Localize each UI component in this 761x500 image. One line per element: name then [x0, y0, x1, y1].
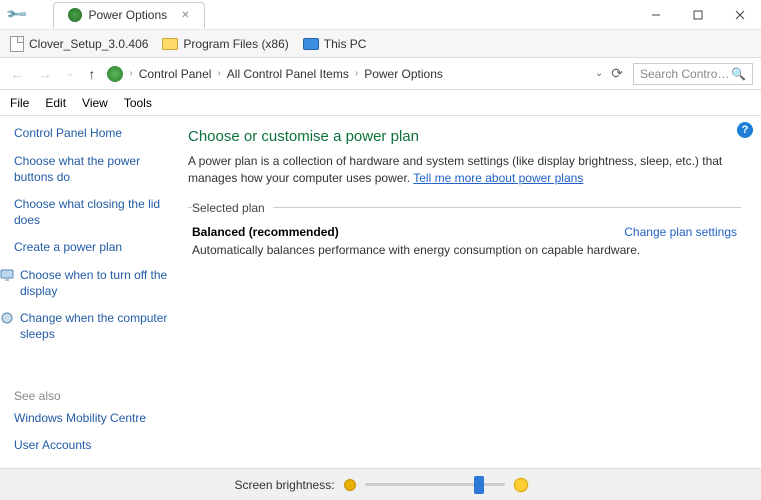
menu-bar: File Edit View Tools [0, 90, 761, 116]
change-plan-settings-link[interactable]: Change plan settings [624, 225, 737, 239]
maximize-button[interactable] [677, 1, 719, 29]
window-controls [635, 1, 761, 29]
see-also-link[interactable]: User Accounts [14, 438, 168, 454]
close-button[interactable] [719, 1, 761, 29]
sidebar: Control Panel Home Choose what the power… [0, 116, 178, 468]
search-placeholder: Search Contro… [640, 67, 729, 81]
slider-thumb[interactable] [474, 476, 484, 494]
see-also-header: See also [14, 389, 168, 403]
chevron-right-icon: › [355, 68, 358, 79]
menu-view[interactable]: View [82, 96, 108, 110]
brightness-bar: Screen brightness: [0, 468, 761, 500]
control-panel-icon [107, 66, 123, 82]
forward-button[interactable]: → [36, 66, 54, 82]
learn-more-link[interactable]: Tell me more about power plans [413, 171, 583, 185]
sun-small-icon [345, 480, 355, 490]
tab-close-icon[interactable]: ✕ [181, 10, 189, 21]
sidebar-link[interactable]: Change when the computer sleeps [0, 311, 168, 342]
shortcut-item[interactable]: Program Files (x86) [162, 37, 288, 51]
minimize-button[interactable] [635, 1, 677, 29]
search-input[interactable]: Search Contro… 🔍 [633, 63, 753, 85]
main-panel: ? Choose or customise a power plan A pow… [178, 116, 761, 468]
pc-icon [303, 38, 319, 50]
back-button[interactable]: ← [8, 66, 26, 82]
sidebar-link[interactable]: Choose when to turn off the display [0, 268, 168, 299]
recent-dropdown[interactable]: ⌄ [64, 68, 76, 79]
shortcut-label: Clover_Setup_3.0.406 [29, 37, 148, 51]
chevron-down-icon[interactable]: ⌄ [595, 68, 603, 79]
sidebar-link[interactable]: Choose what closing the lid does [14, 197, 168, 228]
sidebar-link[interactable]: Create a power plan [14, 240, 168, 256]
folder-icon [162, 38, 178, 50]
power-icon [68, 8, 82, 22]
brightness-label: Screen brightness: [234, 478, 334, 492]
selected-plan-group: Selected plan Balanced (recommended) Cha… [188, 201, 741, 263]
sidebar-link-label: Change when the computer sleeps [20, 311, 168, 342]
page-title: Choose or customise a power plan [188, 128, 741, 145]
chevron-right-icon: › [217, 68, 220, 79]
fieldset-legend: Selected plan [192, 201, 273, 215]
see-also-link[interactable]: Windows Mobility Centre [14, 411, 168, 427]
menu-tools[interactable]: Tools [124, 96, 152, 110]
sidebar-link[interactable]: Choose what the power buttons do [14, 154, 168, 185]
control-panel-home-link[interactable]: Control Panel Home [14, 126, 168, 140]
shortcut-bar: Clover_Setup_3.0.406 Program Files (x86)… [0, 30, 761, 58]
shortcut-item[interactable]: This PC [303, 37, 367, 51]
breadcrumb-item[interactable]: Control Panel [139, 67, 212, 81]
sun-large-icon [515, 479, 527, 491]
plan-description: Automatically balances performance with … [192, 243, 737, 257]
see-also: See also Windows Mobility Centre User Ac… [14, 389, 168, 458]
refresh-icon[interactable]: ⟳ [611, 65, 623, 82]
sleep-icon [0, 311, 14, 325]
help-icon[interactable]: ? [737, 122, 753, 138]
menu-edit[interactable]: Edit [45, 96, 66, 110]
display-icon [0, 268, 14, 282]
search-icon: 🔍 [731, 67, 746, 81]
up-button[interactable]: ↑ [86, 66, 97, 82]
shortcut-item[interactable]: Clover_Setup_3.0.406 [10, 36, 148, 52]
tab-title: Power Options [88, 8, 167, 22]
shortcut-label: This PC [324, 37, 367, 51]
breadcrumb: › Control Panel › All Control Panel Item… [107, 65, 623, 82]
chevron-right-icon: › [129, 68, 132, 79]
titlebar: 🔧 Power Options ✕ [0, 0, 761, 30]
shortcut-label: Program Files (x86) [183, 37, 288, 51]
sidebar-link-label: Choose when to turn off the display [20, 268, 168, 299]
page-description: A power plan is a collection of hardware… [188, 153, 741, 187]
file-icon [10, 36, 24, 52]
menu-file[interactable]: File [10, 96, 29, 110]
breadcrumb-item[interactable]: All Control Panel Items [227, 67, 349, 81]
brightness-slider[interactable] [365, 483, 505, 486]
body: Control Panel Home Choose what the power… [0, 116, 761, 468]
breadcrumb-item[interactable]: Power Options [364, 67, 443, 81]
plan-name: Balanced (recommended) [192, 225, 339, 239]
browser-tab[interactable]: Power Options ✕ [53, 2, 204, 28]
wrench-icon: 🔧 [5, 2, 29, 26]
nav-row: ← → ⌄ ↑ › Control Panel › All Control Pa… [0, 58, 761, 90]
